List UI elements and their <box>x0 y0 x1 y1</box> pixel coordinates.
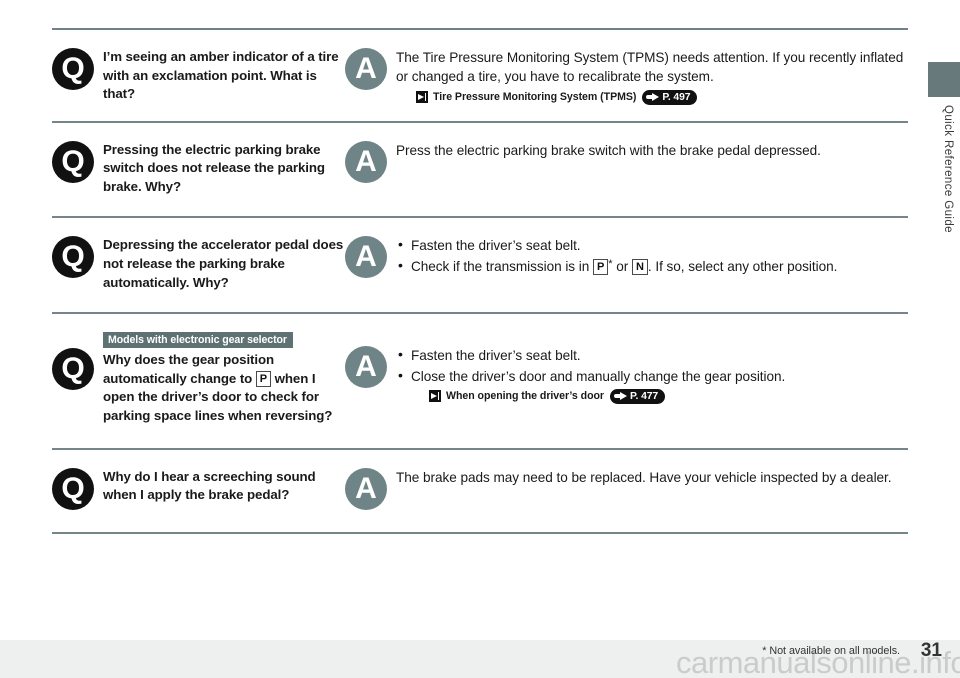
qa-item-2: Q Pressing the electric parking brake sw… <box>52 123 908 217</box>
answer-badge-icon: A <box>345 48 387 90</box>
answer-bullets-3: Fasten the driver’s seat belt. Check if … <box>396 235 908 277</box>
model-applicability-note: Models with electronic gear selector <box>103 332 293 349</box>
question-block-1: Q I’m seeing an amber indicator of a tir… <box>52 44 345 104</box>
question-text-1: I’m seeing an amber indicator of a tire … <box>103 49 339 102</box>
page-reference-badge-4[interactable]: P. 477 <box>610 388 666 404</box>
answer-block-5: A The brake pads may need to be replaced… <box>345 464 908 510</box>
gear-position-n-icon: N <box>632 258 648 275</box>
answer-block-4: A Fasten the driver’s seat belt. Close t… <box>345 326 908 404</box>
answer-text-2: Press the electric parking brake switch … <box>396 142 821 158</box>
side-tab-strip: Quick Reference Guide <box>925 0 960 640</box>
reference-link-1[interactable]: Tire Pressure Monitoring System (TPMS) P… <box>416 89 908 105</box>
question-badge-icon: Q <box>52 140 94 183</box>
reference-text-1: Tire Pressure Monitoring System (TPMS) <box>433 91 637 104</box>
answer-bullets-4: Fasten the driver’s seat belt. Close the… <box>396 345 908 386</box>
question-badge-icon: Q <box>52 348 94 391</box>
question-text-4: Why does the gear position automatically… <box>103 351 345 425</box>
bullet-text-part-c: . If so, select any other position. <box>647 258 838 274</box>
page-reference-badge-1[interactable]: P. 497 <box>642 89 698 105</box>
reference-arrow-icon <box>416 91 428 104</box>
question-badge-icon: Q <box>52 48 94 90</box>
answer-bullet-3-2: Check if the transmission is in P* or N.… <box>396 256 908 276</box>
qa-item-1: Q I’m seeing an amber indicator of a tir… <box>52 30 908 121</box>
qa-item-3: Q Depressing the accelerator pedal does … <box>52 218 908 312</box>
answer-text-1: The Tire Pressure Monitoring System (TPM… <box>396 50 904 85</box>
answer-badge-icon: A <box>345 140 387 183</box>
qa-item-5: Q Why do I hear a screeching sound when … <box>52 450 908 532</box>
answer-badge-icon: A <box>345 467 387 510</box>
reference-text-4: When opening the driver’s door <box>446 390 605 403</box>
right-arrow-icon <box>614 391 628 401</box>
question-text-part-a: Why does the gear position automatically… <box>103 352 275 386</box>
section-label: Quick Reference Guide <box>942 105 954 233</box>
question-badge-icon: Q <box>52 236 94 279</box>
bullet-text-part-b: or <box>616 258 629 274</box>
section-tab-marker <box>928 62 960 97</box>
question-block-5: Q Why do I hear a screeching sound when … <box>52 464 345 510</box>
reference-link-4[interactable]: When opening the driver’s door P. 477 <box>429 388 908 404</box>
qa-content: Q I’m seeing an amber indicator of a tir… <box>52 28 908 534</box>
answer-text-5: The brake pads may need to be replaced. … <box>396 469 892 485</box>
page-reference-text-1: P. 497 <box>662 91 691 103</box>
answer-badge-icon: A <box>345 236 387 279</box>
question-badge-icon: Q <box>52 467 94 510</box>
right-arrow-icon <box>646 92 660 102</box>
question-block-4: Q Models with electronic gear selector W… <box>52 326 345 425</box>
gear-position-p-icon: P <box>255 370 272 387</box>
manual-page: Quick Reference Guide Q I’m seeing an am… <box>0 0 960 678</box>
page-number: 31 <box>920 640 942 661</box>
question-text-3: Depressing the accelerator pedal does no… <box>103 237 344 290</box>
page-reference-text-4: P. 477 <box>630 390 659 402</box>
answer-block-1: A The Tire Pressure Monitoring System (T… <box>345 44 908 105</box>
answer-block-2: A Press the electric parking brake switc… <box>345 137 908 183</box>
answer-badge-icon: A <box>345 346 387 389</box>
answer-bullet-4-2: Close the driver’s door and manually cha… <box>396 366 908 386</box>
footnote-text: * Not available on all models. <box>762 645 900 657</box>
answer-block-3: A Fasten the driver’s seat belt. Check i… <box>345 232 908 279</box>
gear-position-p-icon: P <box>593 258 609 275</box>
question-text-5: Why do I hear a screeching sound when I … <box>103 468 316 503</box>
qa-item-4: Q Models with electronic gear selector W… <box>52 314 908 447</box>
question-block-3: Q Depressing the accelerator pedal does … <box>52 232 345 292</box>
footnote-asterisk: * <box>608 257 613 270</box>
bullet-text-part-a: Check if the transmission is in <box>411 258 590 274</box>
reference-arrow-icon <box>429 390 441 403</box>
answer-bullet-4-1: Fasten the driver’s seat belt. <box>396 345 908 365</box>
divider-bottom <box>52 531 908 534</box>
question-text-2: Pressing the electric parking brake swit… <box>103 141 325 194</box>
answer-bullet-3-1: Fasten the driver’s seat belt. <box>396 235 908 255</box>
question-block-2: Q Pressing the electric parking brake sw… <box>52 137 345 197</box>
